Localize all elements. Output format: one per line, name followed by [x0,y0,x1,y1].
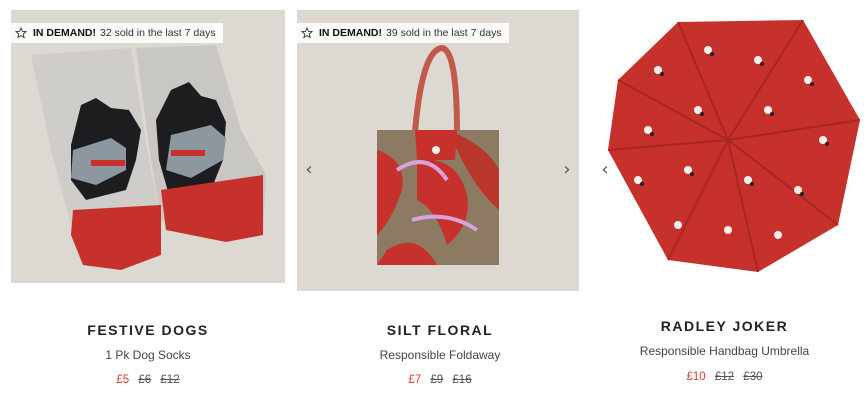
product-title[interactable]: SILT FLORAL [296,322,584,338]
prev-image-arrow[interactable]: ‹ [598,160,612,180]
original-price: £12 [160,374,180,386]
product-card-radley-joker[interactable]: ‹ RADLEY JOKER Responsible Handbag Umbre… [584,0,865,408]
dog-socks-image [11,10,285,283]
red-umbrella-image [598,10,865,285]
star-icon [15,27,27,39]
product-title[interactable]: RADLEY JOKER [584,318,865,334]
next-image-arrow[interactable]: › [560,160,574,180]
badge-text: 32 sold in the last 7 days [100,27,216,39]
in-demand-badge: IN DEMAND! 39 sold in the last 7 days [297,23,509,43]
original-price: £30 [743,371,763,383]
product-card-festive-dogs[interactable]: IN DEMAND! 32 sold in the last 7 days FE… [0,0,296,408]
was-price: £6 [138,374,152,386]
was-price: £9 [430,374,444,386]
product-subtitle: Responsible Foldaway [379,348,501,362]
product-subtitle: 1 Pk Dog Socks [105,348,191,362]
product-subtitle: Responsible Handbag Umbrella [639,344,810,358]
badge-text: 39 sold in the last 7 days [386,27,502,39]
product-card-silt-floral[interactable]: IN DEMAND! 39 sold in the last 7 days ‹ … [296,0,584,408]
badge-strong: IN DEMAND! [319,27,382,39]
original-price: £16 [452,374,472,386]
product-image[interactable]: IN DEMAND! 39 sold in the last 7 days ‹ … [297,10,579,291]
product-image[interactable]: ‹ [598,10,865,285]
badge-strong: IN DEMAND! [33,27,96,39]
was-price: £12 [714,371,735,383]
star-icon [301,27,313,39]
product-title[interactable]: FESTIVE DOGS [0,322,296,338]
product-image[interactable]: IN DEMAND! 32 sold in the last 7 days [11,10,285,283]
sale-price: £10 [686,371,706,383]
price-row: £10 £12 £30 [584,371,865,383]
price-row: £5 £6 £12 [0,374,296,386]
in-demand-badge: IN DEMAND! 32 sold in the last 7 days [11,23,223,43]
floral-tote-bag-image [297,10,579,291]
prev-image-arrow[interactable]: ‹ [302,160,316,180]
sale-price: £7 [408,374,422,386]
sale-price: £5 [116,374,130,386]
price-row: £7 £9 £16 [296,374,584,386]
